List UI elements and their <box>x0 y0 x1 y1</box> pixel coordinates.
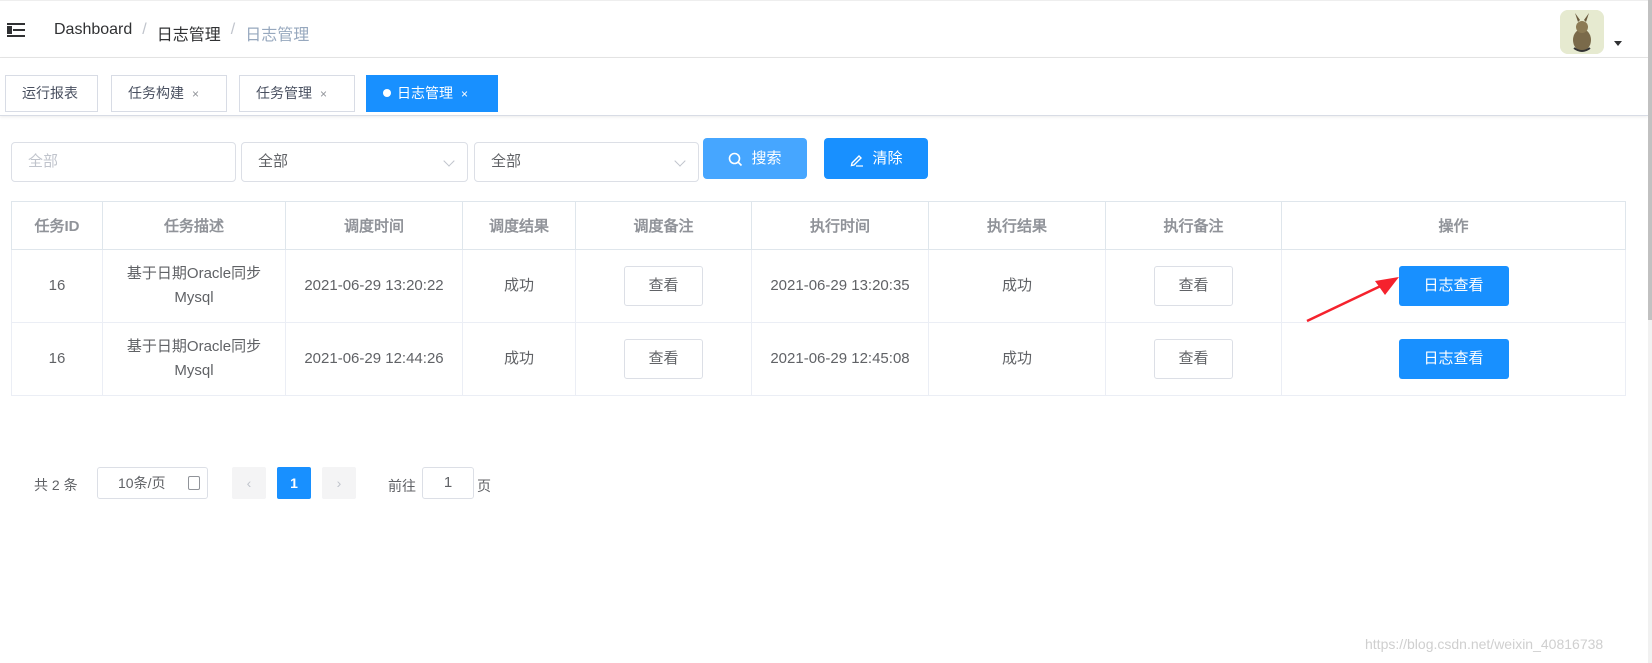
active-dot-icon <box>383 89 391 97</box>
chevron-down-icon <box>443 155 455 167</box>
close-icon[interactable]: × <box>320 87 327 101</box>
clear-button-label: 清除 <box>872 150 903 167</box>
breadcrumb-separator: / <box>142 21 147 38</box>
cell-trigger-msg: 查看 <box>575 249 752 323</box>
cell-job-desc: 基于日期Oracle同步Mysql <box>102 249 286 323</box>
close-icon[interactable]: × <box>192 87 199 101</box>
breadcrumb-separator: / <box>230 21 236 38</box>
status-select-value: 全部 <box>258 153 289 170</box>
tag-task-manage[interactable]: 任务管理 × <box>239 75 355 112</box>
cell-handle-msg: 查看 <box>1105 322 1282 396</box>
cell-trigger-time: 2021-06-29 12:44:26 <box>285 322 463 396</box>
status-select[interactable]: 全部 <box>241 142 468 182</box>
navbar: Dashboard / 日志管理 / 日志管理 <box>0 0 1648 58</box>
watermark: https://blog.csdn.net/weixin_40816738 <box>1365 636 1604 652</box>
job-select-input[interactable]: 全部 <box>11 142 236 182</box>
cell-trigger-time: 2021-06-29 13:20:22 <box>285 249 463 323</box>
search-button-label: 搜索 <box>751 150 782 167</box>
tag-label: 任务构建 <box>128 85 184 101</box>
cell-handle-msg: 查看 <box>1105 249 1282 323</box>
chevron-right-icon: › <box>336 475 342 491</box>
table-header-row: 任务ID 任务描述 调度时间 调度结果 调度备注 执行时间 执行结果 执行备注 … <box>11 201 1626 250</box>
column-header[interactable]: 调度时间 <box>285 201 463 250</box>
column-header[interactable]: 操作 <box>1281 201 1626 250</box>
page-unit-label: 页 <box>477 478 491 494</box>
goto-label: 前往 <box>388 478 416 494</box>
breadcrumb: Dashboard / 日志管理 / 日志管理 <box>54 21 309 45</box>
page-number-button[interactable]: 1 <box>277 467 311 499</box>
breadcrumb-dashboard[interactable]: Dashboard <box>54 21 132 45</box>
tags-view: 运行报表 任务构建 × 任务管理 × 日志管理 × <box>0 58 1648 116</box>
prev-page-button[interactable]: ‹ <box>232 467 266 499</box>
hamburger-icon[interactable] <box>7 22 25 38</box>
chevron-down-icon <box>674 155 686 167</box>
cell-trigger-msg: 查看 <box>575 322 752 396</box>
caret-down-icon[interactable] <box>1614 41 1622 46</box>
view-trigger-msg-button[interactable]: 查看 <box>624 266 703 306</box>
view-handle-msg-button[interactable]: 查看 <box>1154 266 1233 306</box>
avatar[interactable] <box>1560 10 1604 54</box>
table-row: 16 基于日期Oracle同步Mysql 2021-06-29 12:44:26… <box>11 322 1626 396</box>
page-size-value: 10条/页 <box>118 475 166 491</box>
breadcrumb-current: 日志管理 <box>245 27 310 44</box>
cell-actions: 日志查看 <box>1281 322 1626 396</box>
cell-job-desc: 基于日期Oracle同步Mysql <box>102 322 286 396</box>
tag-log-manage[interactable]: 日志管理 × <box>366 75 498 112</box>
view-trigger-msg-button[interactable]: 查看 <box>624 339 703 379</box>
cell-handle-result: 成功 <box>928 322 1106 396</box>
breadcrumb-log-manage[interactable]: 日志管理 <box>157 21 221 45</box>
executor-select[interactable]: 全部 <box>474 142 699 182</box>
tag-label: 日志管理 <box>397 85 453 101</box>
close-icon[interactable]: × <box>461 87 468 101</box>
column-header[interactable]: 执行时间 <box>751 201 929 250</box>
pagination-total: 共 2 条 <box>34 477 78 493</box>
tag-run-report[interactable]: 运行报表 <box>5 75 98 112</box>
executor-select-value: 全部 <box>491 153 522 170</box>
page-scrollbar-thumb[interactable] <box>1648 0 1652 320</box>
cell-trigger-result: 成功 <box>462 322 576 396</box>
view-log-button[interactable]: 日志查看 <box>1398 339 1509 379</box>
tag-task-build[interactable]: 任务构建 × <box>111 75 227 112</box>
column-header[interactable]: 任务描述 <box>102 201 286 250</box>
column-header[interactable]: 调度结果 <box>462 201 576 250</box>
cell-job-id: 16 <box>11 249 103 323</box>
cell-handle-result: 成功 <box>928 249 1106 323</box>
cell-job-id: 16 <box>11 322 103 396</box>
edit-icon <box>851 154 864 167</box>
cell-handle-time: 2021-06-29 13:20:35 <box>751 249 929 323</box>
column-header[interactable]: 执行结果 <box>928 201 1106 250</box>
view-handle-msg-button[interactable]: 查看 <box>1154 339 1233 379</box>
chevron-left-icon: ‹ <box>246 475 252 491</box>
column-header[interactable]: 执行备注 <box>1105 201 1282 250</box>
tag-label: 任务管理 <box>256 85 312 101</box>
annotation-arrow-icon <box>1306 277 1399 323</box>
cell-handle-time: 2021-06-29 12:45:08 <box>751 322 929 396</box>
page-size-select[interactable]: 10条/页 <box>97 467 208 499</box>
cell-trigger-result: 成功 <box>462 249 576 323</box>
goto-page-input[interactable]: 1 <box>422 467 474 499</box>
select-arrows-icon <box>188 476 200 490</box>
column-header[interactable]: 调度备注 <box>575 201 752 250</box>
column-header[interactable]: 任务ID <box>11 201 103 250</box>
clear-button[interactable]: 清除 <box>824 138 928 179</box>
view-log-button[interactable]: 日志查看 <box>1398 266 1509 306</box>
next-page-button[interactable]: › <box>322 467 356 499</box>
search-button[interactable]: 搜索 <box>703 138 807 179</box>
job-select-placeholder: 全部 <box>28 153 59 170</box>
tag-label: 运行报表 <box>22 85 78 101</box>
search-icon <box>729 152 743 166</box>
